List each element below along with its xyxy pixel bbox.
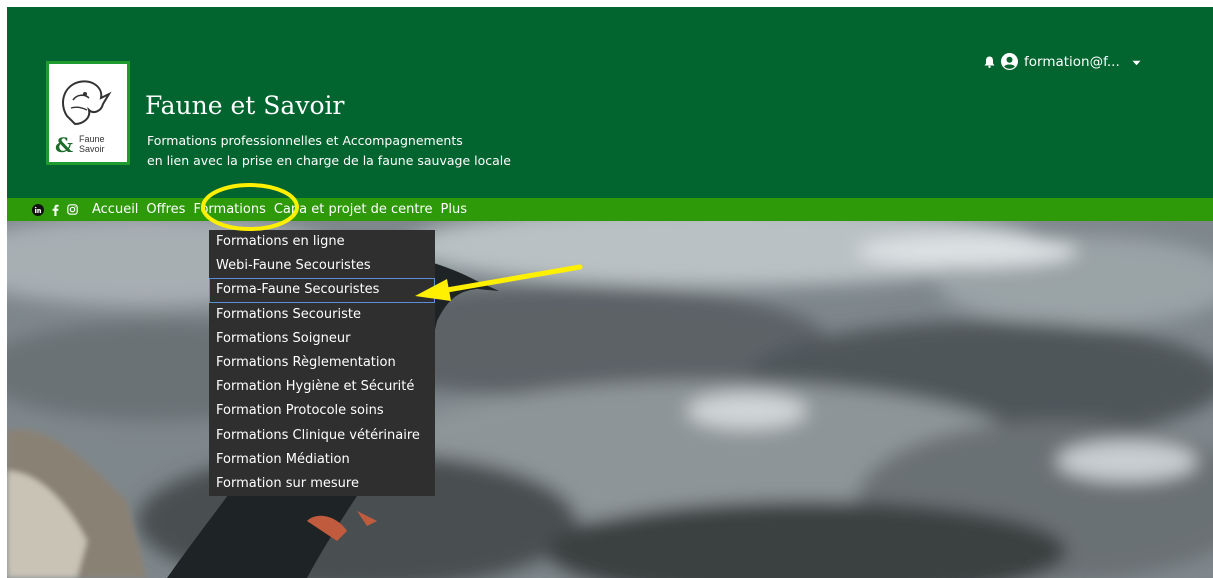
nav-item-offres[interactable]: Offres xyxy=(146,202,185,217)
nav-item-formations[interactable]: Formations xyxy=(193,202,265,217)
menu-item-formation-sur-mesure[interactable]: Formation sur mesure xyxy=(209,472,435,496)
facebook-icon[interactable] xyxy=(52,204,59,216)
bell-icon[interactable] xyxy=(984,56,995,68)
menu-item-formations-secouriste[interactable]: Formations Secouriste xyxy=(209,303,435,327)
main-nav: Accueil Offres Formations Capa et projet… xyxy=(7,198,1213,221)
linkedin-icon[interactable] xyxy=(32,203,44,216)
user-circle-icon[interactable] xyxy=(1001,53,1018,70)
user-email[interactable]: formation@f... xyxy=(1024,54,1120,70)
menu-item-formations-soigneur[interactable]: Formations Soigneur xyxy=(209,327,435,351)
menu-item-formations-clinique-veterinaire[interactable]: Formations Clinique vétérinaire xyxy=(209,424,435,448)
chevron-down-icon[interactable] xyxy=(1132,54,1141,70)
menu-item-formation-hygiene-securite[interactable]: Formation Hygiène et Sécurité xyxy=(209,375,435,399)
logo-word-faune: Faune xyxy=(79,134,105,144)
instagram-icon[interactable] xyxy=(67,204,78,215)
menu-item-forma-faune-secouristes[interactable]: Forma-Faune Secouristes xyxy=(209,278,435,303)
hero-image xyxy=(7,221,1213,578)
site-header: & Faune Savoir Faune et Savoir Formation… xyxy=(7,7,1213,198)
hero-photo-starling xyxy=(7,221,1213,578)
nav-item-accueil[interactable]: Accueil xyxy=(92,202,138,217)
logo-word-savoir: Savoir xyxy=(79,144,105,154)
page-frame: & Faune Savoir Faune et Savoir Formation… xyxy=(7,7,1213,578)
formations-dropdown-menu: Formations en ligne Webi-Faune Secourist… xyxy=(209,230,435,496)
menu-item-formations-en-ligne[interactable]: Formations en ligne xyxy=(209,230,435,254)
tagline-line-2: en lien avec la prise en charge de la fa… xyxy=(147,153,511,168)
nav-item-plus[interactable]: Plus xyxy=(441,202,467,217)
social-links xyxy=(32,203,86,216)
logo-ampersand: & xyxy=(55,133,74,157)
menu-item-formations-reglementation[interactable]: Formations Règlementation xyxy=(209,351,435,375)
nav-item-capa[interactable]: Capa et projet de centre xyxy=(274,202,433,217)
menu-item-formation-mediation[interactable]: Formation Médiation xyxy=(209,448,435,472)
site-logo[interactable]: & Faune Savoir xyxy=(46,61,130,165)
tagline-line-1: Formations professionnelles et Accompagn… xyxy=(147,133,463,148)
user-menu[interactable]: formation@f... xyxy=(984,53,1141,70)
menu-item-formation-protocole-soins[interactable]: Formation Protocole soins xyxy=(209,399,435,423)
menu-item-webi-faune-secouristes[interactable]: Webi-Faune Secouristes xyxy=(209,254,435,278)
site-title[interactable]: Faune et Savoir xyxy=(145,91,344,120)
